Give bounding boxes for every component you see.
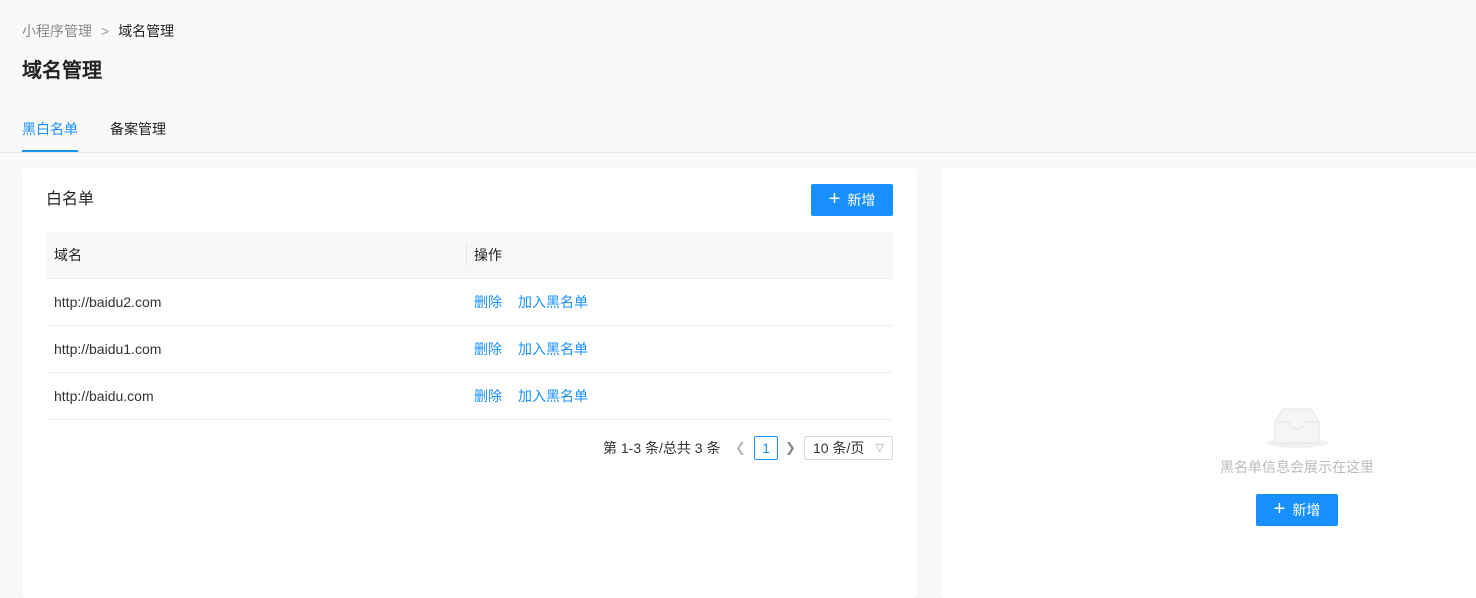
blacklist-add-button[interactable]: + 新增 — [1256, 494, 1338, 526]
delete-link[interactable]: 删除 — [474, 279, 502, 325]
whitelist-title: 白名单 — [46, 191, 95, 208]
add-to-blacklist-link[interactable]: 加入黑名单 — [518, 326, 588, 372]
tab-black-white-list[interactable]: 黑白名单 — [22, 120, 78, 152]
domain-cell: http://baidu1.com — [54, 341, 162, 357]
plus-icon: + — [828, 188, 841, 210]
pagination-total: 第 1-3 条/总共 3 条 — [603, 440, 721, 456]
chevron-down-icon: ▽ — [875, 442, 884, 454]
chevron-left-icon[interactable]: ❮ — [735, 436, 746, 460]
table-header: 域名 操作 — [46, 232, 893, 279]
domain-cell: http://baidu.com — [54, 388, 154, 404]
blacklist-empty-text: 黑名单信息会展示在这里 — [1220, 459, 1374, 475]
delete-link[interactable]: 删除 — [474, 326, 502, 372]
breadcrumb-current: 域名管理 — [118, 23, 175, 39]
inbox-icon — [1266, 408, 1328, 448]
whitelist-card: 白名单 + 新增 域名 操作 http://baidu2.com 删除 加入黑名单… — [22, 168, 917, 598]
table-row: http://baidu1.com 删除 加入黑名单 — [46, 326, 893, 373]
whitelist-add-button[interactable]: + 新增 — [811, 184, 893, 216]
pagination: 第 1-3 条/总共 3 条 ❮ 1 ❯ 10 条/页 ▽ — [22, 436, 893, 460]
column-header-actions: 操作 — [474, 247, 502, 263]
breadcrumb-separator: > — [101, 23, 110, 39]
domain-cell: http://baidu2.com — [54, 294, 162, 310]
blacklist-card: 黑名单信息会展示在这里 + 新增 — [941, 168, 1476, 598]
delete-link[interactable]: 删除 — [474, 373, 502, 419]
table-row: http://baidu.com 删除 加入黑名单 — [46, 373, 893, 420]
page-number-button[interactable]: 1 — [754, 436, 778, 460]
tab-bar: 黑白名单 备案管理 — [0, 118, 1476, 153]
column-header-domain: 域名 — [54, 247, 82, 263]
breadcrumb-parent-link[interactable]: 小程序管理 — [22, 23, 92, 39]
add-button-label: 新增 — [847, 192, 876, 208]
page-size-value: 10 条/页 — [813, 440, 865, 456]
chevron-right-icon[interactable]: ❯ — [785, 436, 796, 460]
tab-filing-management[interactable]: 备案管理 — [110, 120, 166, 138]
add-button-label: 新增 — [1292, 502, 1321, 518]
whitelist-table: 域名 操作 http://baidu2.com 删除 加入黑名单 http://… — [46, 232, 893, 420]
add-to-blacklist-link[interactable]: 加入黑名单 — [518, 279, 588, 325]
page-size-select[interactable]: 10 条/页 ▽ — [804, 436, 893, 460]
breadcrumb: 小程序管理 > 域名管理 — [22, 22, 174, 40]
add-to-blacklist-link[interactable]: 加入黑名单 — [518, 373, 588, 419]
plus-icon: + — [1273, 498, 1286, 520]
table-row: http://baidu2.com 删除 加入黑名单 — [46, 279, 893, 326]
column-divider — [466, 244, 467, 266]
page-title: 域名管理 — [22, 60, 102, 82]
